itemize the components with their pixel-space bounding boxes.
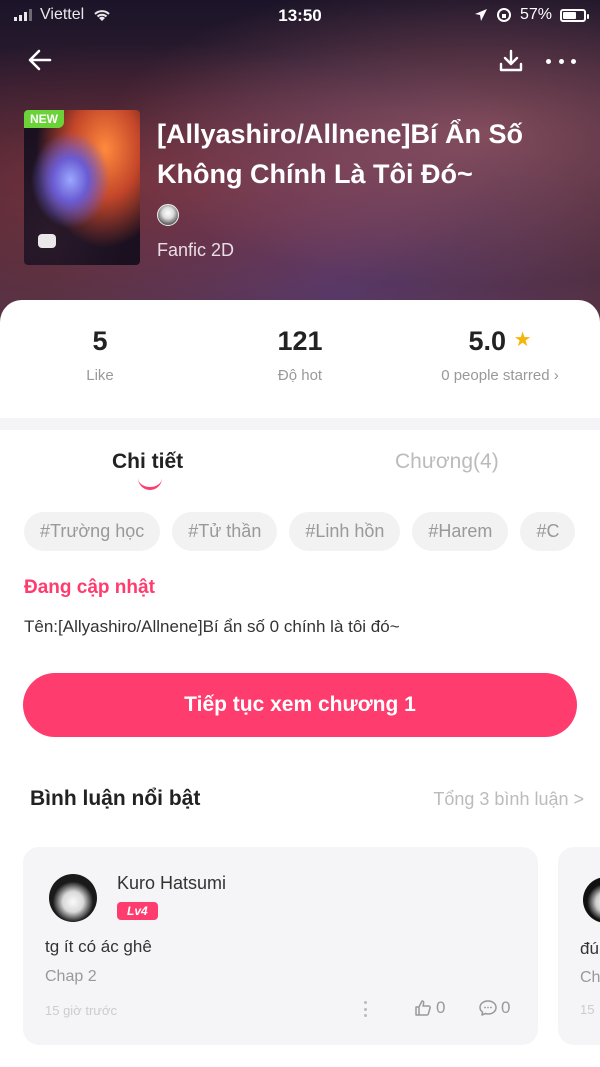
comment-menu-button[interactable]: [360, 999, 370, 1019]
book-cover[interactable]: NEW: [24, 110, 140, 265]
hot-value: 121: [277, 326, 323, 356]
comment-chapter: Ch: [580, 969, 600, 986]
chat-bubble-icon: [38, 234, 56, 248]
comment-card[interactable]: đú Ch 15: [558, 847, 600, 1045]
chevron-right-icon: ›: [553, 367, 559, 384]
reply-count: 0: [501, 998, 511, 1017]
like-button[interactable]: 0: [413, 998, 445, 1018]
stat-rating[interactable]: 5.0 ★ 0 people starred ›: [420, 326, 580, 384]
comment-time: 15 giờ trước: [45, 1003, 117, 1018]
tag-list: #Trường học #Tử thần #Linh hồn #Harem #C: [24, 512, 576, 551]
rating-label: 0 people starred: [441, 367, 550, 384]
update-status: Đang cập nhật: [24, 577, 155, 598]
avatar[interactable]: [49, 874, 97, 922]
book-genre: Fanfic 2D: [157, 240, 235, 260]
back-button[interactable]: [24, 44, 56, 76]
comment-bubble-icon: [479, 1000, 497, 1016]
author-avatar[interactable]: [157, 204, 179, 226]
likes-value: 5: [92, 326, 108, 356]
dot-icon: [571, 58, 576, 64]
rotation-lock-icon: [496, 8, 511, 22]
dot-icon: [558, 58, 564, 64]
rating-value: 5.0: [468, 326, 507, 356]
comment-text: đú: [580, 939, 599, 958]
likes-label: Like: [86, 367, 114, 384]
comment-card[interactable]: Kuro Hatsumi Lv4 tg ít có ác ghê Chap 2 …: [23, 847, 538, 1045]
battery-icon: [560, 8, 589, 22]
battery-percent: 57%: [519, 6, 552, 23]
comment-username[interactable]: Kuro Hatsumi: [117, 873, 226, 894]
stat-likes: 5 Like: [60, 326, 140, 384]
new-badge: NEW: [24, 110, 64, 128]
like-count: 0: [436, 998, 446, 1017]
arrow-left-icon: [28, 49, 52, 71]
book-title-line1: [Allyashiro/Allnene]Bí Ẩn Số: [157, 119, 524, 149]
comment-chapter: Chap 2: [45, 968, 97, 985]
star-icon: ★: [513, 329, 532, 351]
stats-row: 5 Like 121 Độ hot 5.0 ★ 0 people starred…: [0, 300, 600, 418]
stat-hot: 121 Độ hot: [250, 326, 350, 384]
tab-chapters[interactable]: Chương(4): [395, 450, 499, 474]
location-icon: [474, 9, 487, 21]
tab-details[interactable]: Chi tiết: [112, 450, 183, 474]
book-title: [Allyashiro/Allnene]Bí Ẩn Số Không Chính…: [157, 114, 577, 194]
hot-label: Độ hot: [277, 367, 323, 384]
book-description: Tên:[Allyashiro/Allnene]Bí ẩn số 0 chính…: [24, 617, 400, 636]
comment-time: 15: [580, 1002, 595, 1017]
status-bar: Viettel 13:50 57%: [0, 0, 600, 32]
download-button[interactable]: [496, 46, 526, 76]
level-badge: Lv4: [117, 902, 158, 920]
avatar[interactable]: [583, 877, 600, 923]
tag-item[interactable]: #Tử thần: [172, 512, 278, 551]
reply-button[interactable]: 0: [478, 998, 510, 1018]
more-options-button[interactable]: [544, 46, 578, 76]
tag-item[interactable]: #Trường học: [24, 512, 161, 551]
tag-item[interactable]: #Harem: [412, 512, 509, 551]
download-icon: [499, 49, 523, 72]
dot-icon: [546, 58, 551, 64]
tag-item[interactable]: #C: [520, 512, 576, 551]
book-title-line2: Không Chính Là Tôi Đó~: [157, 159, 473, 189]
continue-reading-button[interactable]: Tiếp tục xem chương 1: [23, 673, 577, 737]
comments-section-title: Bình luận nổi bật: [30, 787, 201, 810]
all-comments-link[interactable]: Tổng 3 bình luận >: [433, 789, 584, 810]
thumbs-up-icon: [415, 1000, 431, 1016]
tag-item[interactable]: #Linh hồn: [289, 512, 401, 551]
comment-text: tg ít có ác ghê: [45, 937, 152, 956]
status-right: 57%: [474, 6, 589, 24]
section-divider: [0, 418, 600, 430]
